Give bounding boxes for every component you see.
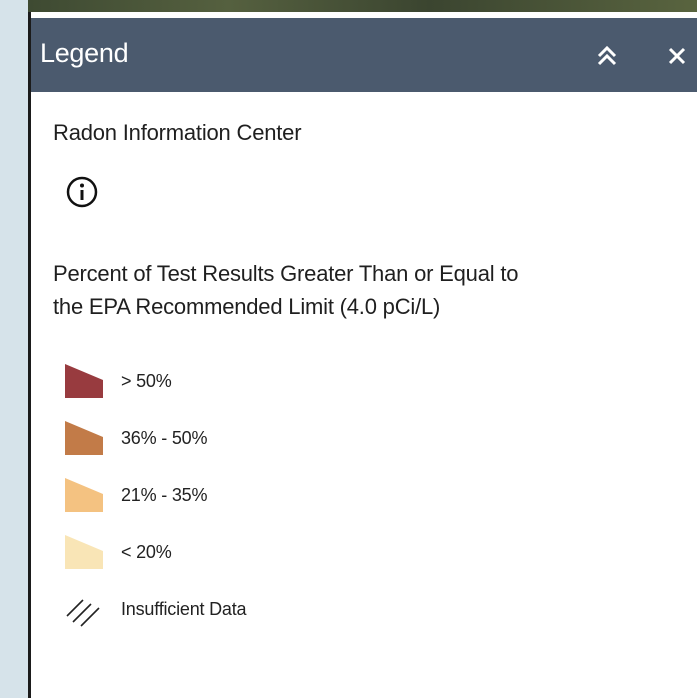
double-chevron-up-icon (597, 45, 617, 66)
hatch-icon (66, 599, 100, 627)
info-button[interactable] (65, 175, 99, 209)
legend-item-label: < 20% (121, 542, 172, 562)
field-title-line2: the EPA Recommended Limit (4.0 pCi/L) (53, 294, 441, 319)
legend-item-over-50: > 50% (63, 362, 463, 402)
legend-swatch (65, 478, 103, 512)
field-title-line1: Percent of Test Results Greater Than or … (53, 261, 519, 286)
legend-swatch (65, 421, 103, 455)
legend-swatch (65, 535, 103, 569)
close-button[interactable] (659, 38, 695, 74)
legend-item-36-50: 36% - 50% (63, 419, 463, 459)
panel-header: Legend (31, 18, 697, 92)
legend-item-label: 36% - 50% (121, 428, 208, 448)
panel-title: Legend (40, 38, 129, 68)
collapse-button[interactable] (589, 38, 625, 74)
close-icon (668, 47, 686, 65)
legend-panel: Legend Radon Information Center Percent … (28, 12, 697, 698)
layer-title: Radon Information Center (53, 120, 302, 145)
map-background (28, 0, 697, 12)
legend-item-label: Insufficient Data (121, 599, 247, 619)
info-icon (66, 176, 98, 208)
field-title: Percent of Test Results Greater Than or … (53, 257, 673, 323)
legend-item-label: 21% - 35% (121, 485, 208, 505)
legend-item-label: > 50% (121, 371, 172, 391)
legend-item-insufficient-data: Insufficient Data (63, 590, 463, 630)
legend-item-under-20: < 20% (63, 533, 463, 573)
legend-swatch (65, 364, 103, 398)
legend-item-21-35: 21% - 35% (63, 476, 463, 516)
